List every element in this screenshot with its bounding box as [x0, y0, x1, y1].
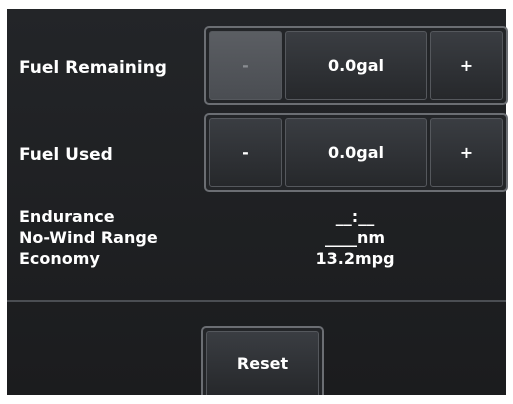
fuel-remaining-decrement-button[interactable]: -	[209, 31, 282, 100]
economy-value: 13.2mpg	[315, 249, 395, 268]
endurance-label: Endurance	[19, 207, 115, 226]
fuel-used-label: Fuel Used	[19, 145, 113, 165]
fuel-remaining-stepper: - 0.0gal +	[204, 26, 508, 105]
fuel-used-value[interactable]: 0.0gal	[285, 118, 427, 187]
fuel-info-labels: Endurance No-Wind Range Economy	[19, 206, 158, 269]
section-divider	[7, 300, 506, 302]
fuel-management-screen: Fuel Remaining - 0.0gal + Fuel Used - 0.…	[7, 9, 508, 395]
fuel-used-increment-button[interactable]: +	[430, 118, 503, 187]
endurance-value: __:__	[335, 207, 375, 226]
fuel-used-decrement-button[interactable]: -	[209, 118, 282, 187]
fuel-info-values: __:__ ____nm 13.2mpg	[235, 206, 475, 269]
reset-button[interactable]: Reset	[201, 326, 324, 395]
fuel-remaining-value[interactable]: 0.0gal	[285, 31, 427, 100]
no-wind-range-label: No-Wind Range	[19, 228, 158, 247]
no-wind-range-value: ____nm	[324, 228, 386, 247]
reset-button-label: Reset	[206, 331, 319, 395]
fuel-remaining-label: Fuel Remaining	[19, 58, 167, 78]
fuel-used-stepper: - 0.0gal +	[204, 113, 508, 192]
fuel-remaining-increment-button[interactable]: +	[430, 31, 503, 100]
economy-label: Economy	[19, 249, 100, 268]
